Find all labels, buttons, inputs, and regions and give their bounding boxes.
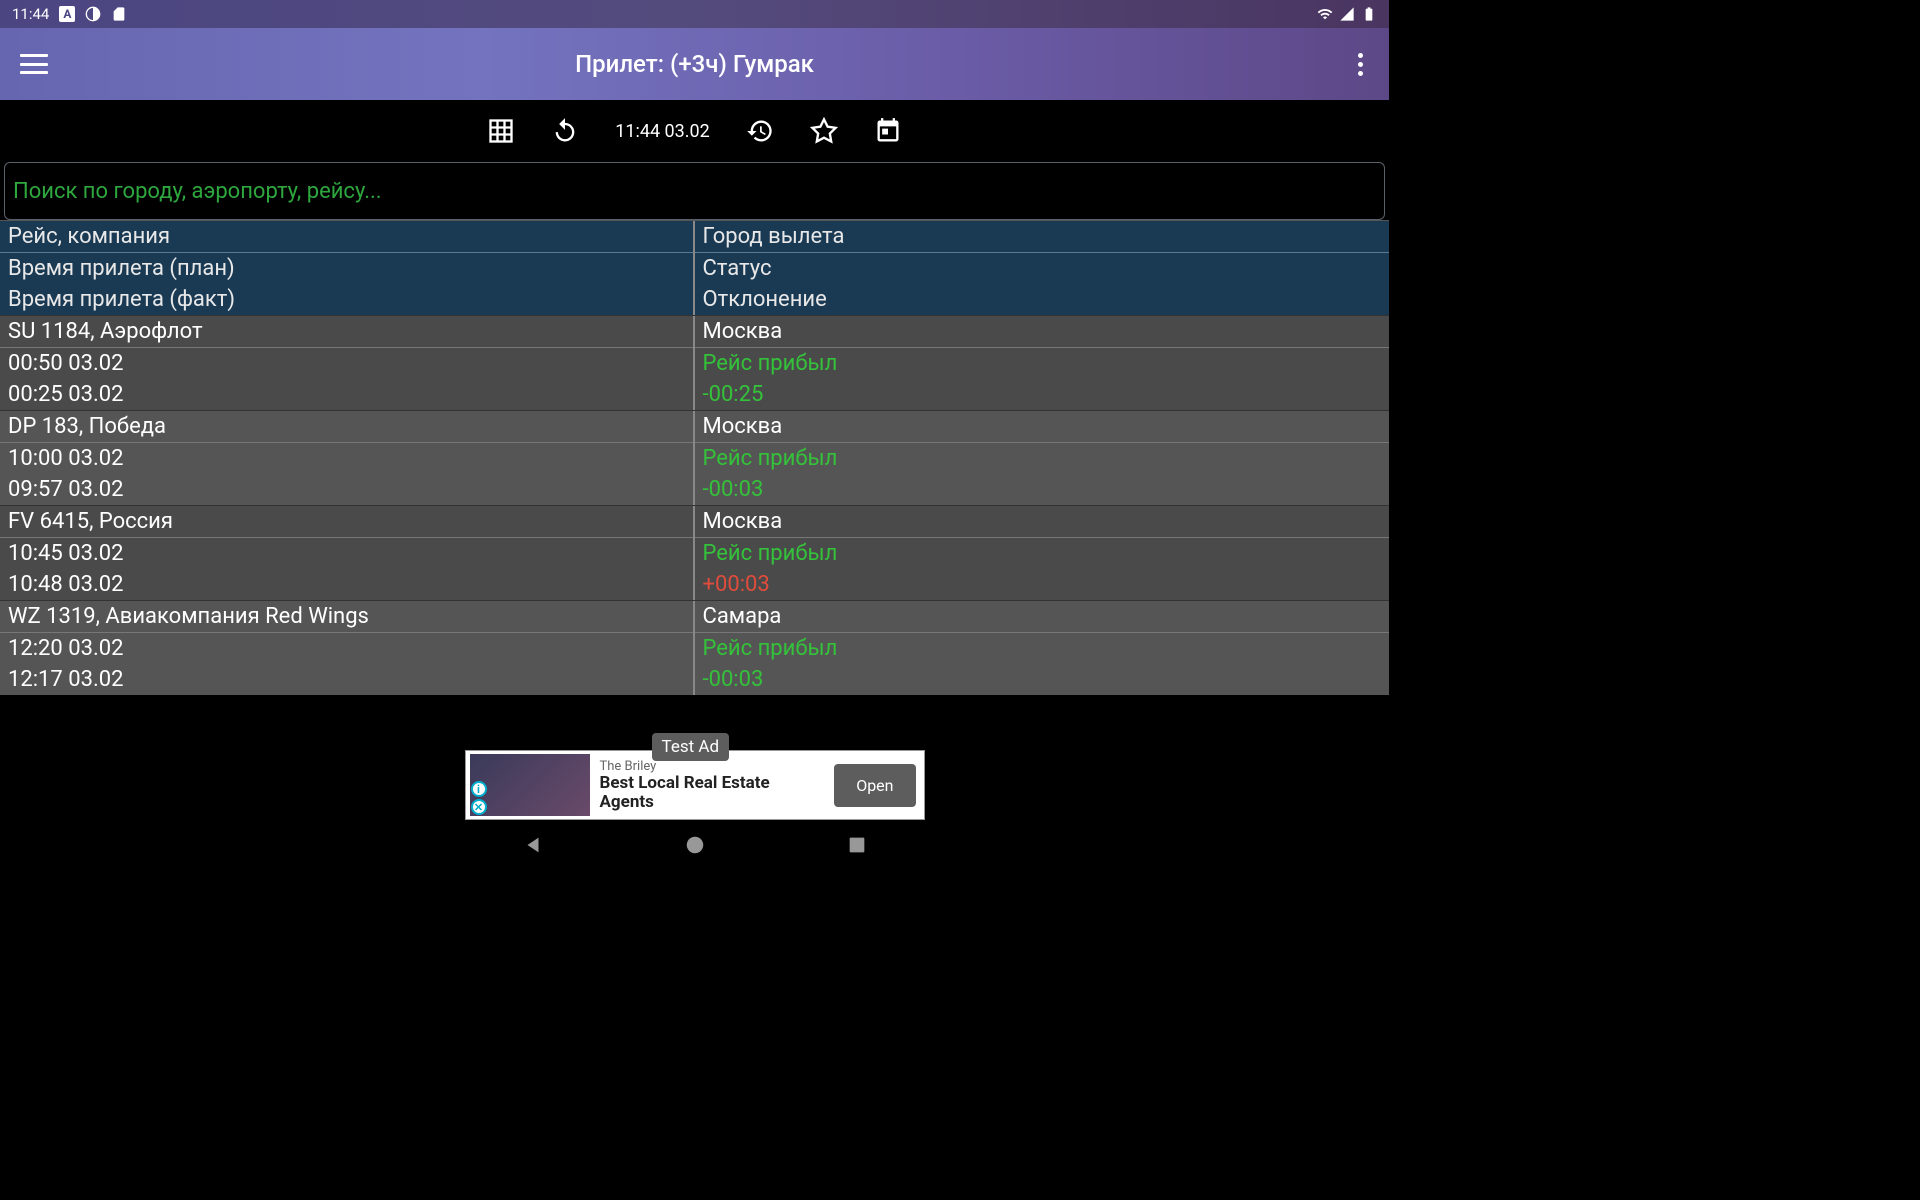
flight-row[interactable]: FV 6415, Россия Москва 10:45 03.02 10:48…: [0, 505, 1389, 600]
flight-status: Рейс прибыл: [695, 538, 1390, 569]
header-flight: Рейс, компания: [0, 221, 693, 252]
menu-button[interactable]: [20, 54, 48, 74]
flight-time-fact: 12:17 03.02: [0, 664, 693, 695]
header-deviation: Отклонение: [695, 284, 1390, 315]
ad-title: Best Local Real Estate Agents: [600, 774, 829, 811]
search-input[interactable]: Поиск по городу, аэропорту, рейсу...: [4, 162, 1385, 220]
toolbar-datetime: 11:44 03.02: [615, 121, 710, 142]
flight-city: Самара: [695, 601, 1390, 633]
flight-time-plan: 12:20 03.02: [0, 633, 693, 664]
header-time-fact: Время прилета (факт): [0, 284, 693, 315]
history-button[interactable]: [746, 117, 774, 145]
toolbar: 11:44 03.02: [0, 100, 1389, 162]
app-bar: Прилет: (+3ч) Гумрак: [0, 28, 1389, 100]
flight-time-plan: 00:50 03.02: [0, 348, 693, 379]
status-bar: 11:44 A: [0, 0, 1389, 28]
ad-banner[interactable]: Test Ad i ✕ The Briley Best Local Real E…: [465, 750, 925, 820]
calendar-button[interactable]: [874, 117, 902, 145]
sd-card-icon: [111, 6, 127, 22]
flight-city: Москва: [695, 411, 1390, 443]
header-time-plan: Время прилета (план): [0, 252, 693, 284]
flight-deviation: -00:03: [695, 474, 1390, 505]
notification-icon-a: A: [59, 6, 75, 22]
flight-row[interactable]: SU 1184, Аэрофлот Москва 00:50 03.02 00:…: [0, 315, 1389, 410]
page-title: Прилет: (+3ч) Гумрак: [575, 50, 814, 78]
ad-image: i ✕: [470, 754, 590, 816]
ad-subtitle: The Briley: [600, 759, 829, 774]
flight-deviation: -00:25: [695, 379, 1390, 410]
refresh-button[interactable]: [551, 117, 579, 145]
contrast-icon: [85, 6, 101, 22]
flight-row[interactable]: DP 183, Победа Москва 10:00 03.02 09:57 …: [0, 410, 1389, 505]
status-time: 11:44: [12, 5, 49, 23]
system-nav-bar: [0, 826, 1389, 868]
search-placeholder: Поиск по городу, аэропорту, рейсу...: [13, 179, 382, 204]
home-button[interactable]: [684, 834, 706, 860]
flight-deviation: -00:03: [695, 664, 1390, 695]
flight-label: FV 6415, Россия: [0, 506, 693, 538]
flight-time-plan: 10:45 03.02: [0, 538, 693, 569]
flight-label: SU 1184, Аэрофлот: [0, 316, 693, 348]
battery-icon: [1361, 6, 1377, 22]
wifi-icon: [1317, 6, 1333, 22]
flight-time-plan: 10:00 03.02: [0, 443, 693, 474]
flight-status: Рейс прибыл: [695, 633, 1390, 664]
signal-icon: [1339, 6, 1355, 22]
ad-close-icon[interactable]: ✕: [471, 799, 487, 815]
table-header: Рейс, компания Время прилета (план) Врем…: [0, 220, 1389, 315]
flight-time-fact: 10:48 03.02: [0, 569, 693, 600]
flight-time-fact: 00:25 03.02: [0, 379, 693, 410]
test-ad-label: Test Ad: [652, 733, 730, 761]
favorite-button[interactable]: [810, 117, 838, 145]
overflow-menu-button[interactable]: [1358, 53, 1363, 76]
ad-open-button[interactable]: Open: [834, 764, 915, 807]
flight-time-fact: 09:57 03.02: [0, 474, 693, 505]
flight-status: Рейс прибыл: [695, 443, 1390, 474]
ad-info-icon[interactable]: i: [471, 781, 487, 797]
flight-row[interactable]: WZ 1319, Авиакомпания Red Wings Самара 1…: [0, 600, 1389, 695]
recent-apps-button[interactable]: [846, 834, 868, 860]
header-city: Город вылета: [695, 221, 1390, 252]
header-status: Статус: [695, 252, 1390, 284]
back-button[interactable]: [522, 834, 544, 860]
flight-deviation: +00:03: [695, 569, 1390, 600]
flight-status: Рейс прибыл: [695, 348, 1390, 379]
flight-city: Москва: [695, 506, 1390, 538]
grid-button[interactable]: [487, 117, 515, 145]
flight-label: DP 183, Победа: [0, 411, 693, 443]
flight-label: WZ 1319, Авиакомпания Red Wings: [0, 601, 693, 633]
flight-city: Москва: [695, 316, 1390, 348]
